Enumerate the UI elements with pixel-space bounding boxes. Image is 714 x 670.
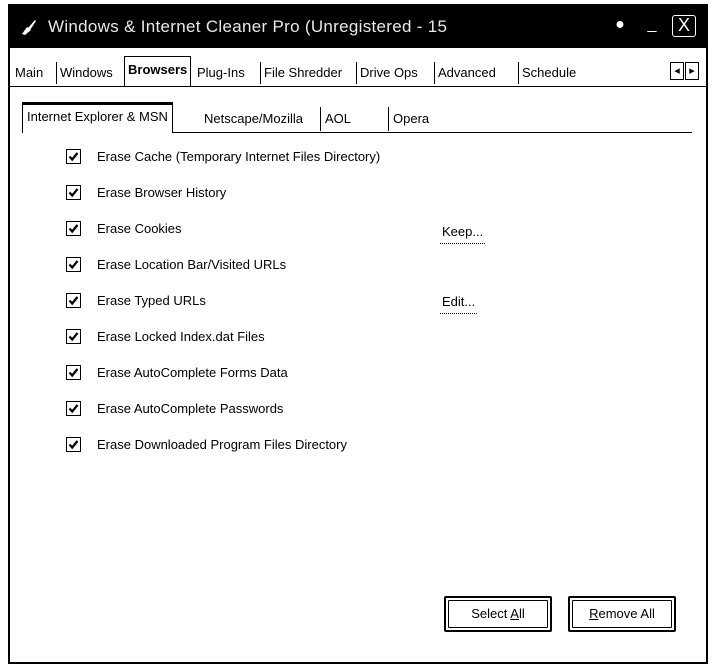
window-title: Windows & Internet Cleaner Pro (Unregist… bbox=[48, 17, 448, 36]
tab-file-shredder[interactable]: File Shredder bbox=[260, 62, 345, 84]
dot-icon[interactable]: ● bbox=[608, 15, 632, 37]
checkbox[interactable] bbox=[66, 292, 81, 308]
select-all-accel: A bbox=[510, 606, 519, 621]
checkmark-icon bbox=[68, 223, 79, 233]
option-label: Erase Location Bar/Visited URLs bbox=[97, 256, 287, 272]
keep-cookies-button[interactable]: Keep... bbox=[440, 224, 486, 244]
tab-schedule[interactable]: Schedule bbox=[518, 62, 579, 84]
erase-option-row[interactable]: Erase Cache (Temporary Internet Files Di… bbox=[66, 146, 380, 166]
remove-all-label: emove All bbox=[598, 606, 655, 621]
option-label: Erase Typed URLs bbox=[97, 292, 206, 308]
erase-option-row[interactable]: Erase Location Bar/Visited URLs bbox=[66, 254, 286, 274]
tab-advanced[interactable]: Advanced bbox=[434, 62, 499, 84]
tab-drive-ops[interactable]: Drive Ops bbox=[356, 62, 421, 84]
subtab-netscape-mozilla[interactable]: Netscape/Mozilla bbox=[200, 107, 307, 131]
option-label: Erase AutoComplete Forms Data bbox=[97, 364, 288, 380]
erase-option-row[interactable]: Erase Cookies bbox=[66, 218, 182, 238]
checkmark-icon bbox=[68, 403, 79, 413]
subtab-internet-explorer[interactable]: Internet Explorer & MSN bbox=[22, 102, 173, 133]
tab-windows[interactable]: Windows bbox=[56, 62, 116, 84]
option-label: Erase Cache (Temporary Internet Files Di… bbox=[97, 148, 381, 164]
checkbox[interactable] bbox=[66, 436, 81, 452]
checkbox[interactable] bbox=[66, 184, 81, 200]
checkmark-icon bbox=[68, 187, 79, 197]
option-label: Erase Downloaded Program Files Directory bbox=[97, 436, 347, 452]
option-label: Erase Locked Index.dat Files bbox=[97, 328, 265, 344]
tab-main[interactable]: Main bbox=[12, 62, 46, 84]
app-window: Windows & Internet Cleaner Pro (Unregist… bbox=[8, 4, 708, 664]
select-all-label-post: ll bbox=[518, 606, 525, 621]
tab-plugins[interactable]: Plug-Ins bbox=[194, 62, 248, 84]
erase-option-row[interactable]: Erase Locked Index.dat Files bbox=[66, 326, 265, 346]
erase-option-row[interactable]: Erase Downloaded Program Files Directory bbox=[66, 434, 347, 454]
minimize-button[interactable]: _ bbox=[640, 15, 664, 37]
tab-scroll-right-icon[interactable]: ▸ bbox=[685, 62, 699, 80]
close-button[interactable]: X bbox=[672, 15, 696, 37]
select-all-button[interactable]: Select All bbox=[444, 596, 552, 632]
main-tab-strip: Main Windows Browsers Plug-Ins File Shre… bbox=[10, 56, 706, 87]
tab-browsers[interactable]: Browsers bbox=[124, 56, 192, 86]
erase-option-row[interactable]: Erase Browser History bbox=[66, 182, 226, 202]
remove-all-button[interactable]: Remove All bbox=[568, 596, 676, 632]
browser-subtab-strip: Internet Explorer & MSN Netscape/Mozilla… bbox=[22, 102, 692, 133]
checkbox[interactable] bbox=[66, 256, 81, 272]
checkmark-icon bbox=[68, 439, 79, 449]
browsers-panel: Internet Explorer & MSN Netscape/Mozilla… bbox=[16, 86, 700, 642]
select-all-label-pre: Select bbox=[471, 606, 511, 621]
checkmark-icon bbox=[68, 367, 79, 377]
erase-option-row[interactable]: Erase AutoComplete Forms Data bbox=[66, 362, 288, 382]
checkbox[interactable] bbox=[66, 400, 81, 416]
checkbox[interactable] bbox=[66, 148, 81, 164]
option-label: Erase Cookies bbox=[97, 220, 182, 236]
checkmark-icon bbox=[68, 331, 79, 341]
checkbox[interactable] bbox=[66, 220, 81, 236]
erase-option-row[interactable]: Erase Typed URLs bbox=[66, 290, 206, 310]
checkbox[interactable] bbox=[66, 328, 81, 344]
subtab-aol[interactable]: AOL bbox=[320, 107, 355, 131]
title-bar[interactable]: Windows & Internet Cleaner Pro (Unregist… bbox=[10, 6, 706, 48]
checkmark-icon bbox=[68, 259, 79, 269]
option-label: Erase Browser History bbox=[97, 184, 227, 200]
remove-all-accel: R bbox=[589, 606, 599, 621]
edit-typed-urls-button[interactable]: Edit... bbox=[440, 294, 478, 314]
broom-icon bbox=[20, 18, 38, 36]
checkbox[interactable] bbox=[66, 364, 81, 380]
option-label: Erase AutoComplete Passwords bbox=[97, 400, 284, 416]
subtab-opera[interactable]: Opera bbox=[388, 107, 433, 131]
checkmark-icon bbox=[68, 295, 79, 305]
tab-scroll-left-icon[interactable]: ◂ bbox=[670, 62, 684, 80]
erase-option-row[interactable]: Erase AutoComplete Passwords bbox=[66, 398, 283, 418]
checkmark-icon bbox=[68, 151, 79, 161]
